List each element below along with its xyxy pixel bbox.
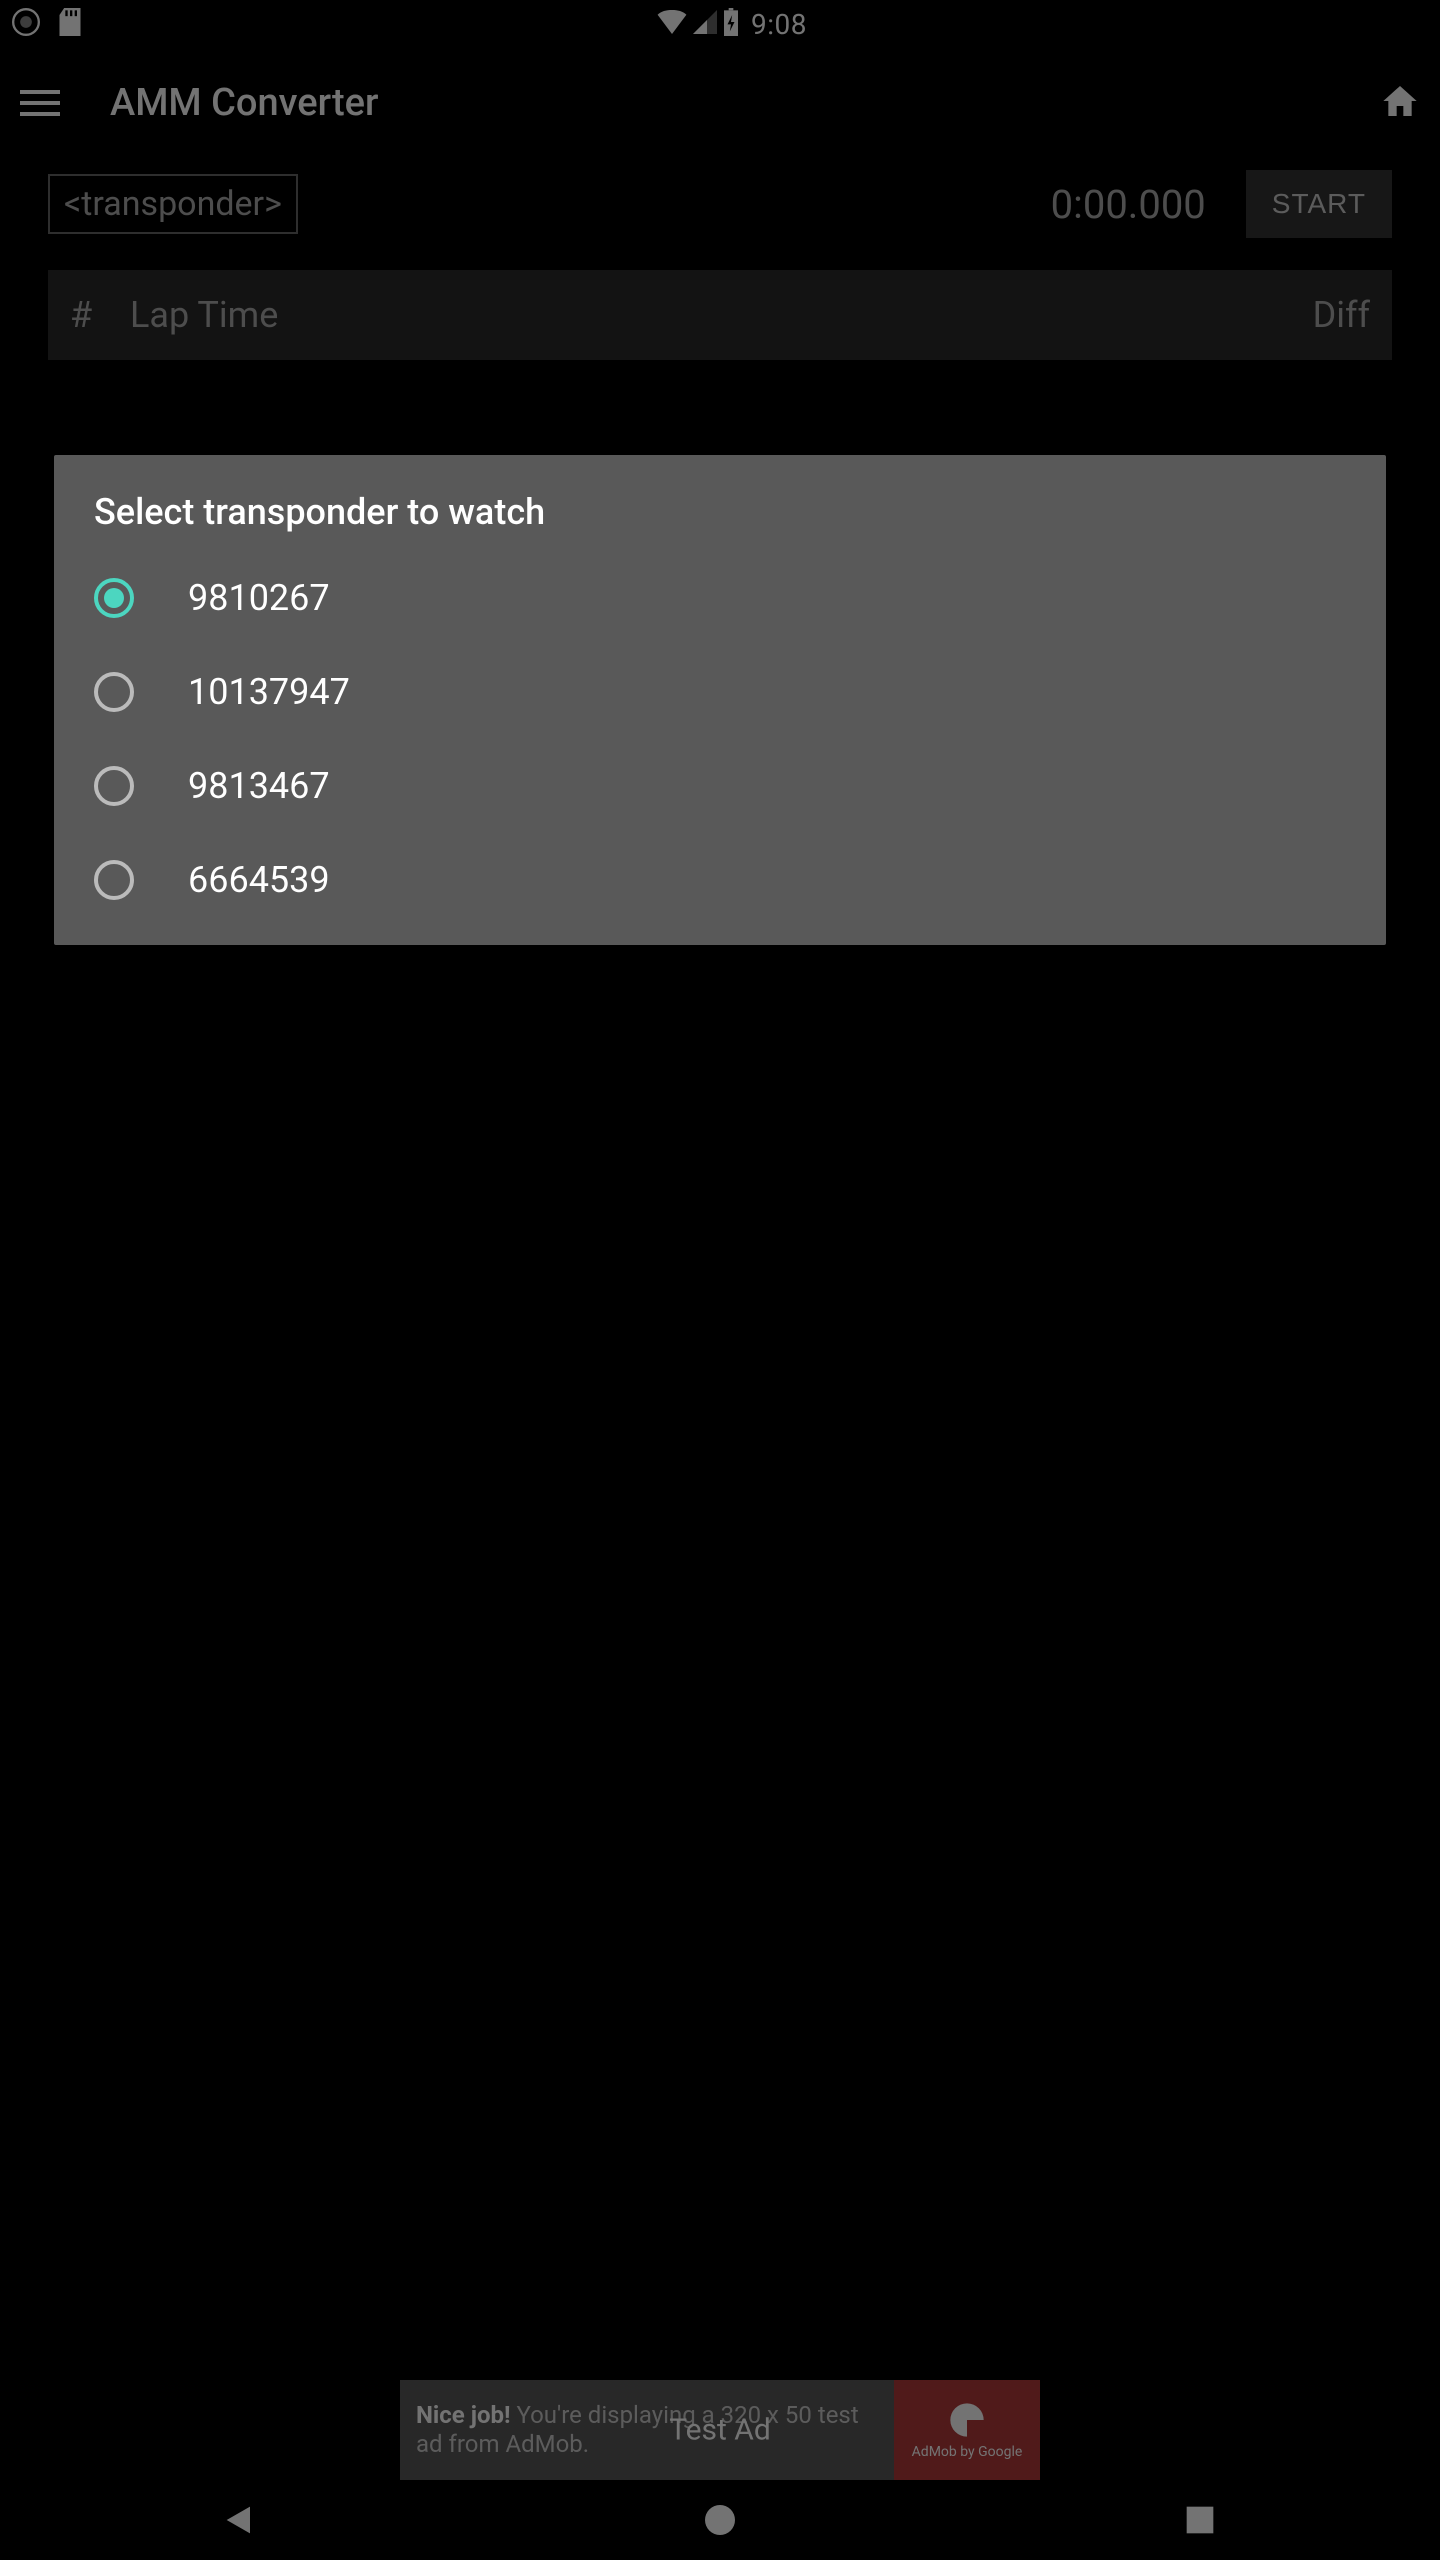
option-label: 9813467 xyxy=(188,765,330,807)
radio-icon xyxy=(94,860,134,900)
transponder-option-3[interactable]: 6664539 xyxy=(54,833,1386,927)
option-label: 10137947 xyxy=(188,671,350,713)
transponder-option-0[interactable]: 9810267 xyxy=(54,551,1386,645)
transponder-dialog: Select transponder to watch 9810267 1013… xyxy=(54,455,1386,945)
option-label: 9810267 xyxy=(188,577,330,619)
transponder-option-2[interactable]: 9813467 xyxy=(54,739,1386,833)
option-label: 6664539 xyxy=(188,859,330,901)
radio-icon xyxy=(94,578,134,618)
dialog-title: Select transponder to watch xyxy=(54,491,1386,551)
transponder-option-1[interactable]: 10137947 xyxy=(54,645,1386,739)
radio-icon xyxy=(94,766,134,806)
radio-icon xyxy=(94,672,134,712)
dialog-scrim[interactable] xyxy=(0,0,1440,2560)
